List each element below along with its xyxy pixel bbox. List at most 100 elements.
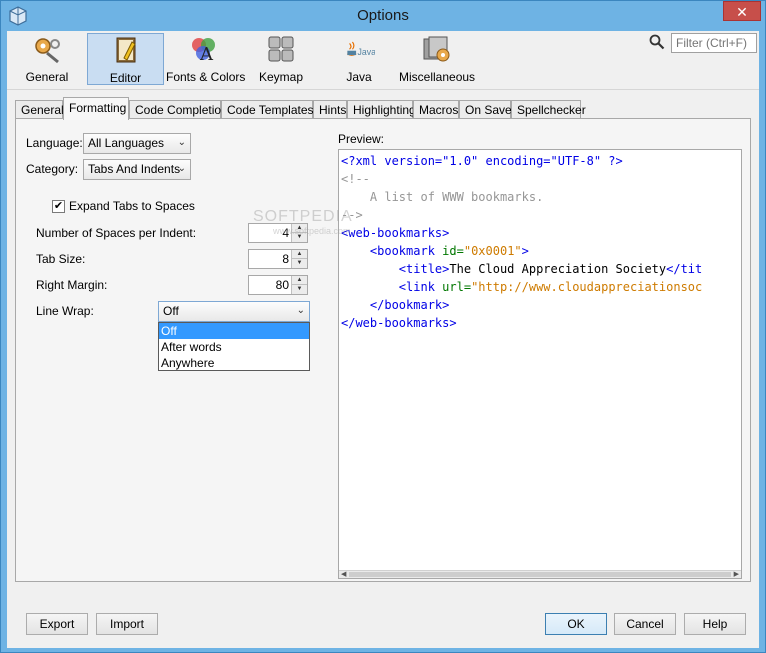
code-token: > — [521, 244, 529, 258]
spaces-per-indent-value: 4 — [282, 226, 289, 240]
spin-down-icon[interactable]: ▼ — [291, 259, 307, 268]
scrollbar-thumb[interactable] — [349, 572, 731, 577]
line-wrap-label: Line Wrap: — [36, 304, 94, 318]
code-line: </web-bookmarks> — [341, 314, 702, 332]
category-miscellaneous[interactable]: Miscellaneous — [399, 33, 475, 85]
scroll-left-icon[interactable]: ◀ — [341, 570, 346, 578]
spaces-per-indent-spinner[interactable]: 4 ▲ ▼ — [248, 223, 308, 243]
fonts-colors-icon: A — [192, 38, 215, 65]
filter-box — [647, 33, 757, 53]
code-token: <link — [341, 280, 443, 294]
ok-button[interactable]: OK — [545, 613, 607, 635]
code-token: <?xml version="1.0" encoding="UTF-8" ?> — [341, 154, 623, 168]
keymap-icon — [268, 36, 294, 62]
code-line: </bookmark> — [341, 296, 702, 314]
code-line: <bookmark id="0x0001"> — [341, 242, 702, 260]
category-label: Editor — [109, 71, 142, 85]
tab-code-templates[interactable]: Code Templates — [221, 100, 314, 119]
category-combo[interactable]: Tabs And Indents ⌄ — [83, 159, 191, 180]
code-line: <title>The Cloud Appreciation Society</t… — [341, 260, 702, 278]
line-wrap-dropdown: Off After words Anywhere — [158, 322, 310, 371]
line-wrap-combo[interactable]: Off ⌄ — [158, 301, 310, 322]
category-fonts-colors[interactable]: A Fonts & Colors — [166, 33, 246, 85]
code-line: A list of WWW bookmarks. — [341, 188, 702, 206]
tab-highlighting[interactable]: Highlighting — [347, 100, 416, 119]
preview-code: <?xml version="1.0" encoding="UTF-8" ?> <… — [341, 152, 702, 332]
title-bar[interactable]: Options ✕ — [1, 1, 765, 31]
window-title: Options — [357, 7, 409, 24]
code-token: <!-- — [341, 172, 370, 186]
spin-up-icon[interactable]: ▲ — [291, 250, 307, 259]
dropdown-option-after-words[interactable]: After words — [159, 339, 309, 355]
category-label: Keymap — [258, 70, 304, 84]
preview-pane[interactable]: <?xml version="1.0" encoding="UTF-8" ?> <… — [338, 149, 742, 579]
search-icon — [649, 34, 665, 50]
category-toolbar: General Editor A Fonts & Colors Keymap J… — [7, 31, 759, 89]
category-java[interactable]: Java Java — [321, 33, 397, 85]
code-token: "0x0001" — [463, 244, 522, 258]
chevron-down-icon: ⌄ — [177, 163, 186, 174]
spaces-per-indent-label: Number of Spaces per Indent: — [36, 226, 197, 240]
cancel-button[interactable]: Cancel — [614, 613, 676, 635]
tab-macros[interactable]: Macros — [413, 100, 459, 119]
help-button[interactable]: Help — [684, 613, 746, 635]
client-area: General Editor A Fonts & Colors Keymap J… — [7, 31, 759, 648]
language-value: All Languages — [88, 136, 165, 150]
code-token: "http://www.cloudappreciationsoc — [471, 280, 703, 294]
expand-tabs-label: Expand Tabs to Spaces — [69, 199, 195, 213]
category-value: Tabs And Indents — [88, 162, 181, 176]
horizontal-scrollbar[interactable]: ◀ ▶ — [339, 570, 741, 578]
svg-text:Java: Java — [358, 47, 375, 57]
category-keymap[interactable]: Keymap — [243, 33, 319, 85]
tab-code-completion[interactable]: Code Completion — [129, 100, 228, 119]
export-button[interactable]: Export — [26, 613, 88, 635]
code-token: </tit — [666, 262, 703, 276]
spin-down-icon[interactable]: ▼ — [291, 285, 307, 294]
dropdown-option-off[interactable]: Off — [159, 323, 309, 339]
scroll-right-icon[interactable]: ▶ — [734, 570, 739, 578]
tab-on-save[interactable]: On Save — [459, 100, 512, 119]
tab-formatting[interactable]: Formatting — [63, 97, 129, 120]
right-margin-spinner[interactable]: 80 ▲ ▼ — [248, 275, 308, 295]
import-button[interactable]: Import — [96, 613, 158, 635]
category-editor[interactable]: Editor — [87, 33, 164, 85]
code-token: url= — [442, 280, 472, 294]
formatting-panel: Language: All Languages ⌄ Category: Tabs… — [15, 118, 751, 582]
chevron-down-icon: ⌄ — [296, 305, 305, 316]
code-token: A list of WWW bookmarks. — [341, 190, 544, 204]
spin-up-icon[interactable]: ▲ — [291, 224, 307, 233]
code-token: <bookmark — [341, 244, 443, 258]
code-line: <!-- — [341, 170, 702, 188]
category-label: Fonts & Colors — [166, 70, 246, 84]
spin-down-icon[interactable]: ▼ — [291, 233, 307, 242]
category-label: Miscellaneous — [399, 70, 476, 84]
tab-general[interactable]: General — [15, 100, 64, 119]
right-margin-value: 80 — [275, 278, 289, 292]
chevron-down-icon: ⌄ — [177, 137, 186, 148]
svg-text:A: A — [199, 44, 214, 65]
category-general[interactable]: General — [9, 33, 85, 85]
category-label: Category: — [26, 162, 79, 176]
tab-size-spinner[interactable]: 8 ▲ ▼ — [248, 249, 308, 269]
toolbar-separator — [7, 89, 759, 90]
tab-spellchecker[interactable]: Spellchecker — [511, 100, 586, 119]
expand-tabs-checkbox[interactable]: ✔ — [52, 200, 65, 213]
category-label: Java — [346, 70, 372, 84]
code-token: </bookmark> — [341, 298, 450, 312]
tab-hints[interactable]: Hints — [313, 100, 347, 119]
category-label: General — [25, 70, 69, 84]
close-button[interactable]: ✕ — [723, 1, 761, 21]
filter-input[interactable] — [671, 33, 757, 53]
code-token: id= — [442, 244, 464, 258]
right-margin-label: Right Margin: — [36, 278, 108, 292]
line-wrap-value: Off — [163, 304, 179, 318]
language-combo[interactable]: All Languages ⌄ — [83, 133, 191, 154]
code-token: </web-bookmarks> — [341, 316, 457, 330]
code-line: <web-bookmarks> — [341, 224, 702, 242]
editor-icon — [116, 37, 136, 63]
gears-icon — [35, 38, 60, 64]
code-token: The Cloud Appreciation Society — [449, 262, 667, 276]
code-token: --> — [341, 208, 363, 222]
spin-up-icon[interactable]: ▲ — [291, 276, 307, 285]
dropdown-option-anywhere[interactable]: Anywhere — [159, 355, 309, 371]
